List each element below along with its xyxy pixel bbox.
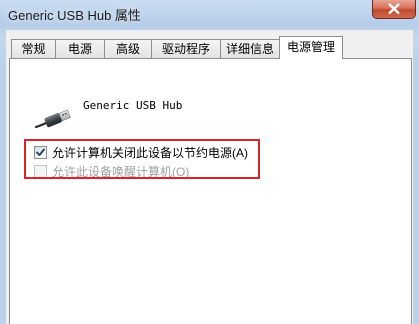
checkmark-icon: [36, 148, 45, 156]
allow-turn-off-checkbox[interactable]: [34, 145, 47, 159]
allow-wake-label: 允许此设备唤醒计算机(O): [52, 164, 190, 179]
allow-wake-option: 允许此设备唤醒计算机(O): [34, 163, 189, 179]
usb-plug-icon: [34, 109, 71, 129]
allow-turn-off-label: 允许计算机关闭此设备以节约电源(A): [52, 145, 248, 160]
device-name: Generic USB Hub: [83, 99, 183, 112]
power-management-panel: Generic USB Hub 允许计算机关闭此设备以节约电源(A) 允许此设备…: [9, 58, 412, 324]
tab-strip: 常规 电源 高级 驱动程序 详细信息 电源管理: [6, 36, 413, 59]
tab-details[interactable]: 详细信息: [220, 39, 280, 58]
properties-window: Generic USB Hub 属性 常规 电源 高级 驱动程序 详细信息 电源…: [0, 0, 419, 324]
tab-driver[interactable]: 驱动程序: [151, 39, 221, 58]
title-bar[interactable]: Generic USB Hub 属性: [0, 0, 419, 28]
allow-turn-off-option[interactable]: 允许计算机关闭此设备以节约电源(A): [34, 144, 248, 160]
close-icon: [388, 3, 400, 15]
dialog-client-area: 常规 电源 高级 驱动程序 详细信息 电源管理 Generic USB Hub …: [6, 30, 413, 324]
tab-advanced[interactable]: 高级: [104, 39, 152, 58]
close-button[interactable]: [372, 0, 416, 19]
tab-power-management[interactable]: 电源管理: [279, 36, 343, 59]
tab-power[interactable]: 电源: [55, 39, 105, 58]
window-title: Generic USB Hub 属性: [8, 8, 141, 23]
tab-general[interactable]: 常规: [11, 39, 56, 58]
allow-wake-checkbox: [34, 164, 47, 178]
